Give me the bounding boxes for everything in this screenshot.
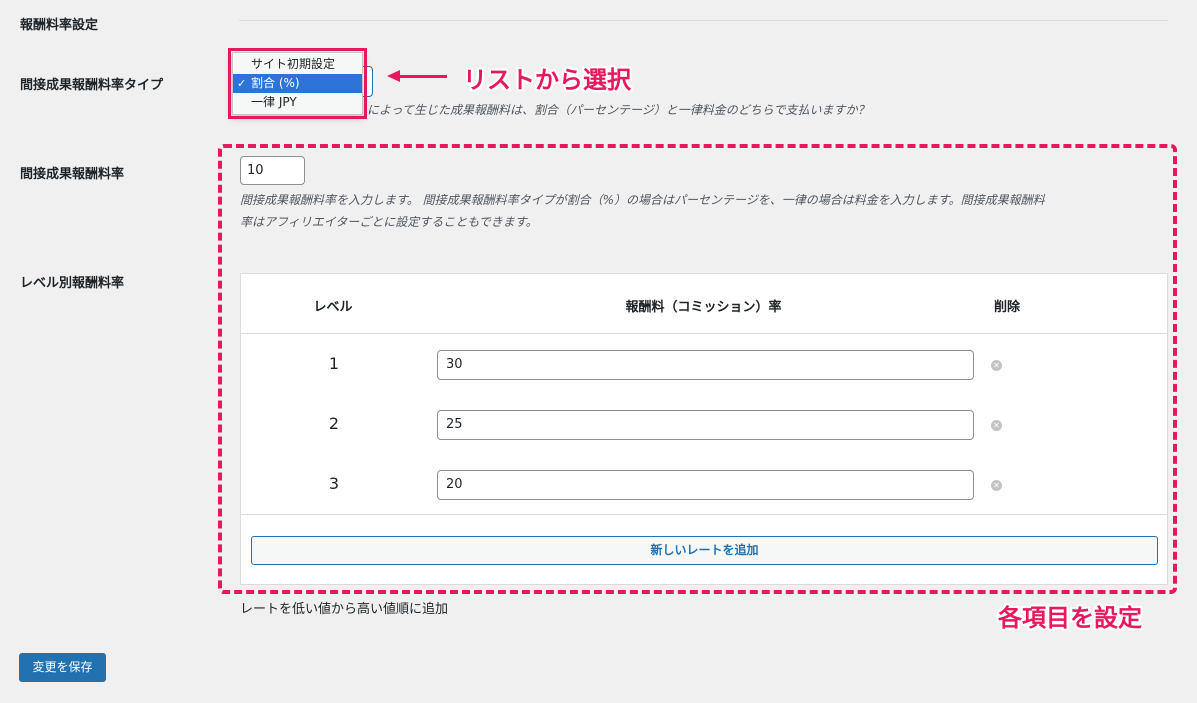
annotation-set-each-item: 各項目を設定 [998,604,1142,632]
divider [239,20,1168,21]
level-row-label: レベル別報酬料率 [20,276,125,291]
type-row-label: 間接成果報酬料率タイプ [20,78,164,93]
type-description: によって生じた成果報酬料は、割合（パーセンテージ）と一律料金のどちらで支払います… [367,103,870,117]
highlight-box [228,48,367,119]
section-title: 報酬料率設定 [20,18,99,33]
highlight-dashed-box [218,144,1177,594]
save-changes-button[interactable]: 変更を保存 [19,653,106,682]
annotation-select-from-list: リストから選択 [463,66,631,94]
rate-row-label: 間接成果報酬料率 [20,167,125,182]
level-hint: レートを低い値から高い値順に追加 [240,602,449,617]
arrow-line [397,75,447,78]
